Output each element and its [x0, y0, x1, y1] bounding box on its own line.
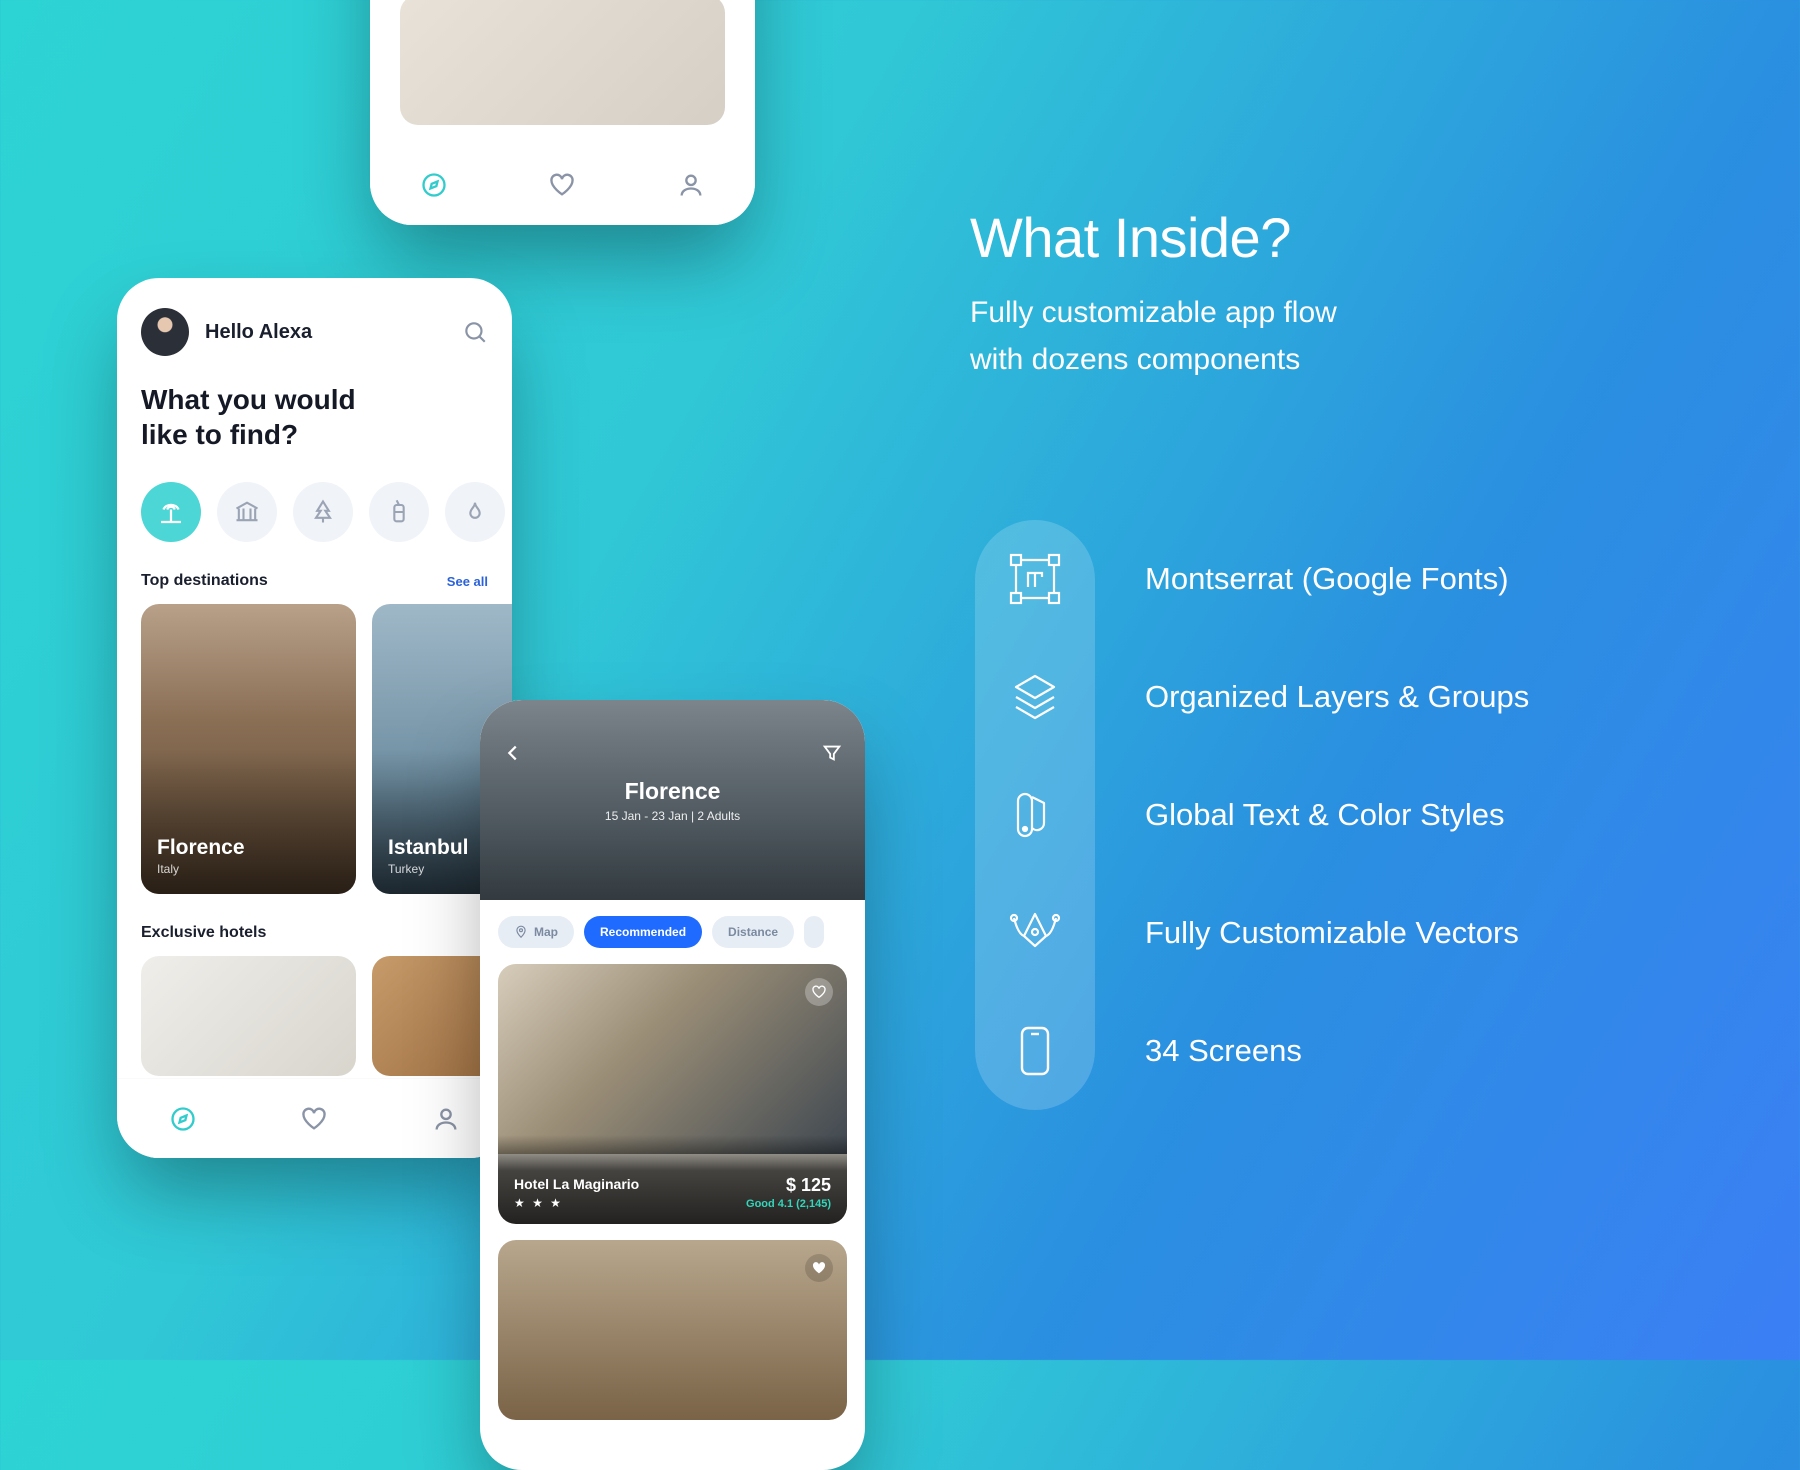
hotel-card[interactable]: Hotel La Maginario ★ ★ ★ $ 125 Good 4.1 …	[498, 964, 847, 1224]
nav-heart-icon[interactable]	[300, 1105, 328, 1133]
category-nature-icon[interactable]	[293, 482, 353, 542]
promo-block: What Inside? Fully customizable app flow…	[970, 205, 1670, 383]
nav-profile-icon[interactable]	[432, 1105, 460, 1133]
section-title: Top destinations	[141, 572, 268, 590]
hotel-price: $ 125	[746, 1175, 831, 1196]
feature-label: Organized Layers & Groups	[1145, 679, 1529, 715]
feature-label: Fully Customizable Vectors	[1145, 915, 1519, 951]
nav-explore-icon[interactable]	[169, 1105, 197, 1133]
filter-icon[interactable]	[821, 742, 843, 764]
hotel-image	[498, 964, 847, 1154]
phone-top-preview	[370, 0, 755, 225]
feature-label: Global Text & Color Styles	[1145, 797, 1505, 833]
feature-label: Montserrat (Google Fonts)	[1145, 561, 1509, 597]
phone-home: Hello Alexa What you would like to find?…	[117, 278, 512, 1158]
category-camp-icon[interactable]	[445, 482, 505, 542]
list-item[interactable]	[400, 0, 725, 125]
feature-list: Montserrat (Google Fonts) Organized Laye…	[975, 520, 1529, 1110]
bottom-nav	[117, 1078, 512, 1158]
bottom-nav	[370, 145, 755, 225]
chip-recommended[interactable]: Recommended	[584, 916, 702, 948]
category-drinks-icon[interactable]	[369, 482, 429, 542]
feature-item: Fully Customizable Vectors	[975, 874, 1529, 992]
category-row	[141, 482, 488, 542]
phone-icon	[975, 992, 1095, 1110]
feature-item: 34 Screens	[975, 992, 1529, 1110]
promo-title: What Inside?	[970, 205, 1670, 270]
promo-subtitle: Fully customizable app flow with dozens …	[970, 290, 1670, 383]
hotel-rating: Good 4.1 (2,145)	[746, 1198, 831, 1210]
avatar[interactable]	[141, 308, 189, 356]
nav-heart-icon[interactable]	[548, 171, 576, 199]
destination-country: Italy	[157, 862, 340, 876]
filter-chips: Map Recommended Distance	[480, 900, 865, 948]
hero-title: Florence	[625, 778, 721, 805]
destination-name: Florence	[157, 836, 340, 860]
destinations-row: Florence Italy Istanbul Turkey	[141, 604, 488, 894]
phone-results: Florence 15 Jan - 23 Jan | 2 Adults Map …	[480, 700, 865, 1470]
hotel-name: Hotel La Maginario	[514, 1176, 639, 1192]
destination-name: Istanbul	[388, 836, 512, 860]
typography-icon	[975, 520, 1095, 638]
layers-icon	[975, 638, 1095, 756]
hotel-card[interactable]	[498, 1240, 847, 1420]
section-header: Exclusive hotels	[141, 924, 488, 942]
exclusive-row	[141, 956, 488, 1076]
feature-item: Montserrat (Google Fonts)	[975, 520, 1529, 638]
section-title: Exclusive hotels	[141, 924, 266, 942]
category-beach-icon[interactable]	[141, 482, 201, 542]
hero-subtitle: 15 Jan - 23 Jan | 2 Adults	[605, 809, 740, 823]
chip-more[interactable]	[804, 916, 824, 948]
greeting: Hello Alexa	[205, 321, 446, 344]
header: Hello Alexa	[141, 308, 488, 356]
feature-label: 34 Screens	[1145, 1033, 1302, 1069]
hotel-thumbnail[interactable]	[141, 956, 356, 1076]
hotel-stars: ★ ★ ★	[514, 1196, 639, 1210]
search-icon[interactable]	[462, 319, 488, 345]
see-all-link[interactable]: See all	[447, 574, 488, 589]
category-museum-icon[interactable]	[217, 482, 277, 542]
hotel-info: Hotel La Maginario ★ ★ ★ $ 125 Good 4.1 …	[498, 1135, 847, 1224]
back-icon[interactable]	[502, 742, 524, 764]
favorite-icon[interactable]	[805, 978, 833, 1006]
nav-profile-icon[interactable]	[677, 171, 705, 199]
destination-country: Turkey	[388, 862, 512, 876]
feature-item: Global Text & Color Styles	[975, 756, 1529, 874]
favorite-icon[interactable]	[805, 1254, 833, 1282]
section-header: Top destinations See all	[141, 572, 488, 590]
pen-vector-icon	[975, 874, 1095, 992]
destination-card[interactable]: Florence Italy	[141, 604, 356, 894]
chip-map[interactable]: Map	[498, 916, 574, 948]
feature-item: Organized Layers & Groups	[975, 638, 1529, 756]
nav-explore-icon[interactable]	[420, 171, 448, 199]
headline: What you would like to find?	[141, 382, 488, 452]
chip-distance[interactable]: Distance	[712, 916, 794, 948]
hero-header: Florence 15 Jan - 23 Jan | 2 Adults	[480, 700, 865, 900]
swatch-icon	[975, 756, 1095, 874]
